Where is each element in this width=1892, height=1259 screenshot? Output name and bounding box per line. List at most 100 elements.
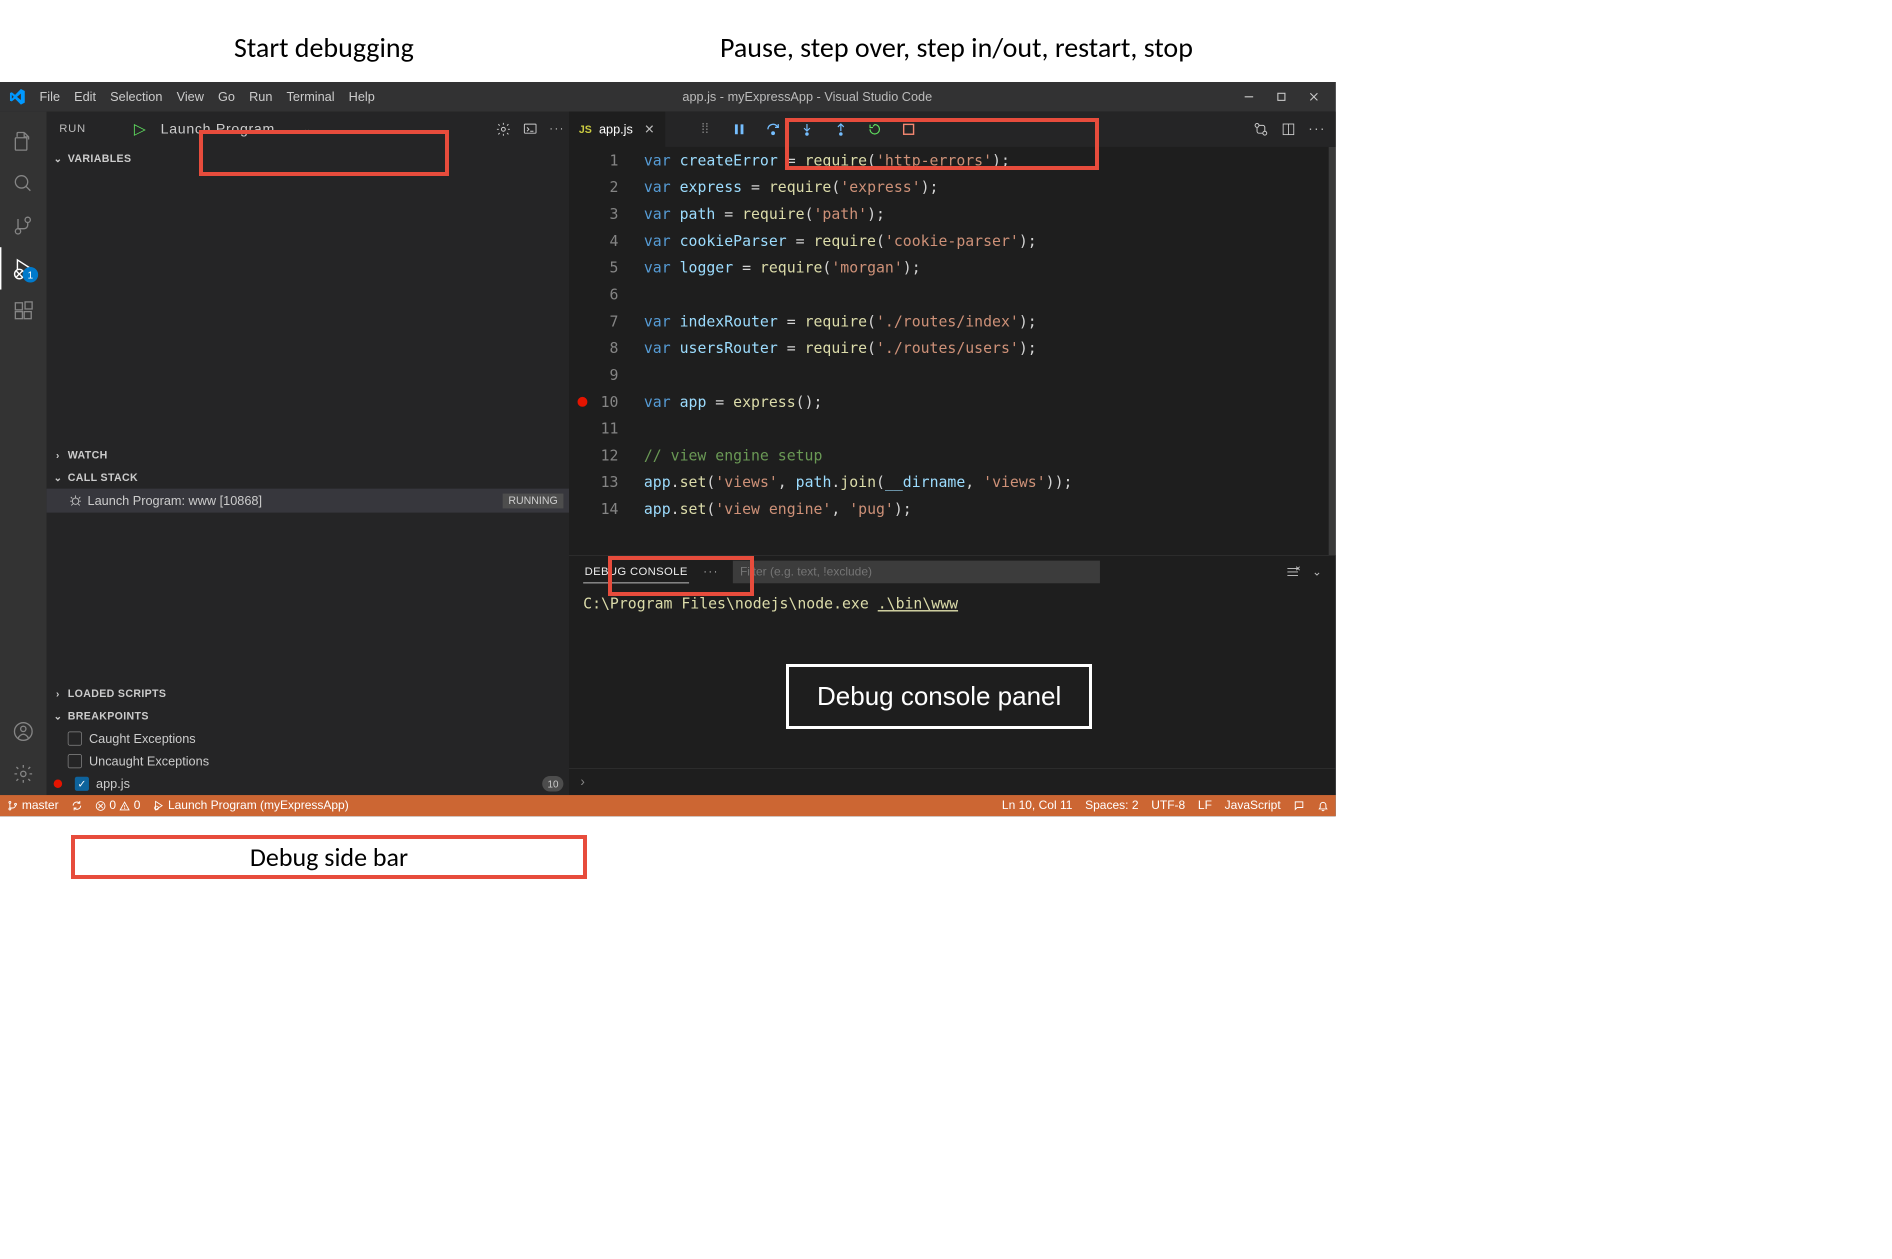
close-button[interactable] <box>1308 90 1321 103</box>
encoding-status[interactable]: UTF-8 <box>1151 799 1185 813</box>
step-over-button[interactable] <box>763 119 783 139</box>
callstack-status: RUNNING <box>503 493 564 508</box>
close-tab-icon[interactable]: ✕ <box>644 122 655 137</box>
scrollbar[interactable] <box>1329 147 1336 555</box>
callstack-item[interactable]: Launch Program: www [10868] RUNNING <box>47 489 569 513</box>
drag-handle-icon[interactable]: ⁞⁞ <box>695 119 715 139</box>
checkbox[interactable] <box>68 732 82 746</box>
breakpoint-file[interactable]: ✓app.js10 <box>47 772 569 795</box>
activity-bar: 1 <box>0 112 47 795</box>
language-status[interactable]: JavaScript <box>1225 799 1281 813</box>
debug-toolbar: ⁞⁞ <box>687 112 927 147</box>
menu-go[interactable]: Go <box>211 89 242 104</box>
restart-button[interactable] <box>864 119 884 139</box>
watch-label: WATCH <box>68 449 108 461</box>
watch-section[interactable]: ›WATCH <box>47 443 569 466</box>
problems-status[interactable]: 0 0 <box>95 799 140 813</box>
js-file-icon: JS <box>579 123 592 135</box>
step-into-button[interactable] <box>797 119 817 139</box>
line-number: 14 <box>569 496 618 523</box>
code-editor[interactable]: 1234567891011121314 var createError = re… <box>569 147 1336 555</box>
menu-terminal[interactable]: Terminal <box>279 89 341 104</box>
checkbox[interactable] <box>68 754 82 768</box>
callstack-label: CALL STACK <box>68 471 138 483</box>
line-number: 12 <box>569 442 618 469</box>
breakpoint-uncaught[interactable]: Uncaught Exceptions <box>47 750 569 773</box>
sync-status[interactable] <box>71 800 82 811</box>
menu-help[interactable]: Help <box>342 89 382 104</box>
pause-button[interactable] <box>729 119 749 139</box>
breakpoints-section[interactable]: ⌄BREAKPOINTS <box>47 705 569 728</box>
debug-config-select[interactable]: Launch Program ⌄ <box>152 120 320 139</box>
maximize-button[interactable] <box>1275 90 1288 103</box>
code-line <box>644 362 1336 389</box>
console-input[interactable]: › <box>569 768 1336 795</box>
editor-tab[interactable]: JS app.js ✕ <box>569 112 665 147</box>
source-control-activity[interactable] <box>0 205 47 247</box>
search-activity[interactable] <box>0 162 47 204</box>
settings-activity[interactable] <box>0 753 47 795</box>
line-number: 2 <box>569 174 618 201</box>
console-output-link[interactable]: .\bin\www <box>878 595 958 612</box>
menu-selection[interactable]: Selection <box>103 89 169 104</box>
accounts-activity[interactable] <box>0 710 47 752</box>
code-line: var createError = require('http-errors')… <box>644 147 1336 174</box>
more-icon[interactable]: ··· <box>549 123 565 136</box>
more-actions-icon[interactable]: ··· <box>1308 122 1326 138</box>
cursor-position[interactable]: Ln 10, Col 11 <box>1002 799 1073 813</box>
compare-changes-icon[interactable] <box>1253 122 1269 138</box>
explorer-activity[interactable] <box>0 120 47 162</box>
run-debug-activity[interactable]: 1 <box>0 247 47 289</box>
console-output: C:\Program Files\nodejs\node.exe .\bin\w… <box>569 588 1336 768</box>
gear-icon[interactable] <box>496 122 512 138</box>
line-number: 8 <box>569 335 618 362</box>
line-number: 9 <box>569 362 618 389</box>
bp-file-label: app.js <box>96 776 130 791</box>
stop-button[interactable] <box>898 119 918 139</box>
vscode-logo-icon <box>10 89 26 105</box>
line-number: 6 <box>569 281 618 308</box>
extensions-activity[interactable] <box>0 290 47 332</box>
menu-edit[interactable]: Edit <box>67 89 103 104</box>
code-line: var indexRouter = require('./routes/inde… <box>644 308 1336 335</box>
notifications-icon[interactable] <box>1317 800 1328 811</box>
callstack-item-label: Launch Program: www [10868] <box>88 493 262 508</box>
callstack-section[interactable]: ⌄CALL STACK <box>47 466 569 489</box>
line-number: 7 <box>569 308 618 335</box>
code-line <box>644 415 1336 442</box>
debug-badge: 1 <box>23 267 39 283</box>
checkbox[interactable]: ✓ <box>75 777 89 791</box>
minimize-button[interactable] <box>1243 90 1256 103</box>
more-icon[interactable]: ··· <box>703 566 719 579</box>
loaded-scripts-section[interactable]: ›LOADED SCRIPTS <box>47 682 569 705</box>
indentation-status[interactable]: Spaces: 2 <box>1085 799 1138 813</box>
split-editor-icon[interactable] <box>1281 122 1295 136</box>
branch-name: master <box>22 799 59 813</box>
variables-section[interactable]: ⌄VARIABLES <box>47 147 569 170</box>
menu-view[interactable]: View <box>170 89 211 104</box>
collapse-panel-icon[interactable]: ⌄ <box>1312 565 1321 579</box>
menu-run[interactable]: Run <box>242 89 279 104</box>
breakpoint-dot-icon <box>54 780 62 788</box>
console-filter-input[interactable] <box>733 561 1100 584</box>
breakpoint-dot-icon[interactable] <box>578 397 588 407</box>
line-number: 11 <box>569 415 618 442</box>
annotation-debug-controls: Pause, step over, step in/out, restart, … <box>720 30 1193 65</box>
clear-console-icon[interactable] <box>1285 565 1299 579</box>
start-debug-button[interactable]: ▷ <box>134 120 147 138</box>
sidebar-title: RUN <box>59 123 86 136</box>
debug-console-tab[interactable]: DEBUG CONSOLE <box>583 561 689 583</box>
line-number: 1 <box>569 147 618 174</box>
debug-console-icon[interactable] <box>522 122 538 138</box>
debug-status[interactable]: Launch Program (myExpressApp) <box>153 799 349 813</box>
git-branch-status[interactable]: master <box>7 799 59 813</box>
eol-status[interactable]: LF <box>1198 799 1212 813</box>
step-out-button[interactable] <box>831 119 851 139</box>
status-bar: master 0 0 Launch Program (myExpressApp)… <box>0 795 1336 816</box>
loaded-scripts-label: LOADED SCRIPTS <box>68 687 166 699</box>
breakpoint-caught[interactable]: Caught Exceptions <box>47 727 569 750</box>
line-number: 3 <box>569 201 618 228</box>
code-line: var logger = require('morgan'); <box>644 254 1336 281</box>
menu-file[interactable]: File <box>32 89 67 104</box>
feedback-icon[interactable] <box>1293 800 1304 811</box>
